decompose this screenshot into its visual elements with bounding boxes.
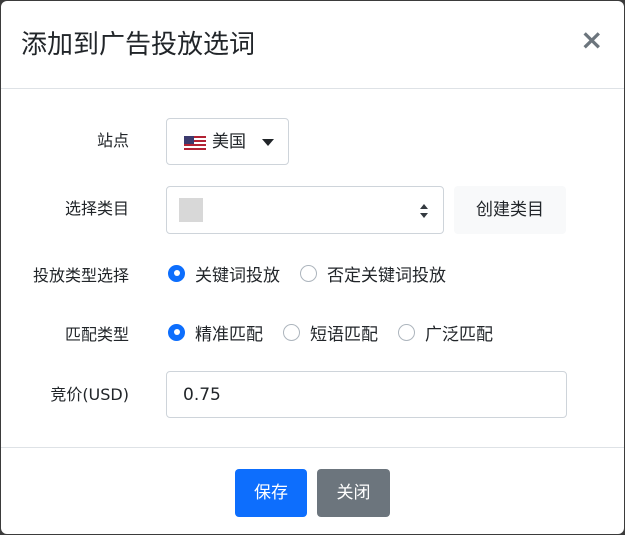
radio-keyword-targeting[interactable]: 关键词投放 (168, 261, 280, 286)
category-thumbnail (179, 198, 203, 222)
dialog-footer: 保存 关闭 (1, 447, 624, 534)
site-dropdown[interactable]: 美国 (166, 118, 289, 165)
radio-label: 短语匹配 (310, 324, 378, 345)
us-flag-icon (184, 136, 206, 150)
category-select[interactable] (166, 186, 444, 234)
match-type-radio-group: 精准匹配 短语匹配 广泛匹配 (168, 320, 513, 345)
caret-down-icon (262, 139, 274, 146)
radio-negative-keyword-targeting[interactable]: 否定关键词投放 (300, 261, 446, 286)
radio-exact-match[interactable]: 精准匹配 (168, 320, 263, 345)
add-to-ad-keywords-dialog: 添加到广告投放选词 × 站点 美国 选择类目 创建类目 投放类型选择 关键词投放 (1, 1, 624, 534)
radio-button[interactable] (168, 264, 185, 282)
bid-label: 竞价(USD) (50, 385, 129, 404)
close-button[interactable]: 关闭 (317, 469, 390, 517)
radio-button[interactable] (168, 323, 185, 341)
radio-phrase-match[interactable]: 短语匹配 (283, 320, 378, 345)
radio-button[interactable] (300, 264, 317, 282)
site-selected-value: 美国 (212, 132, 246, 152)
create-category-button[interactable]: 创建类目 (454, 186, 566, 234)
radio-label: 广泛匹配 (425, 324, 493, 345)
dialog-title: 添加到广告投放选词 (21, 30, 256, 60)
save-button[interactable]: 保存 (235, 469, 307, 517)
category-label: 选择类目 (64, 199, 129, 218)
radio-broad-match[interactable]: 广泛匹配 (398, 320, 493, 345)
site-label: 站点 (96, 131, 129, 150)
radio-label: 关键词投放 (195, 265, 280, 286)
radio-label: 精准匹配 (195, 324, 263, 345)
radio-label: 否定关键词投放 (327, 265, 446, 286)
match-type-label: 匹配类型 (64, 325, 129, 344)
dialog-header: 添加到广告投放选词 × (1, 1, 624, 89)
targeting-type-radio-group: 关键词投放 否定关键词投放 (168, 261, 466, 286)
targeting-type-label: 投放类型选择 (32, 266, 129, 285)
select-arrows-icon (420, 204, 428, 218)
bid-input[interactable] (166, 371, 567, 418)
close-icon[interactable]: × (580, 25, 603, 55)
radio-button[interactable] (398, 323, 415, 341)
radio-button[interactable] (283, 323, 300, 341)
